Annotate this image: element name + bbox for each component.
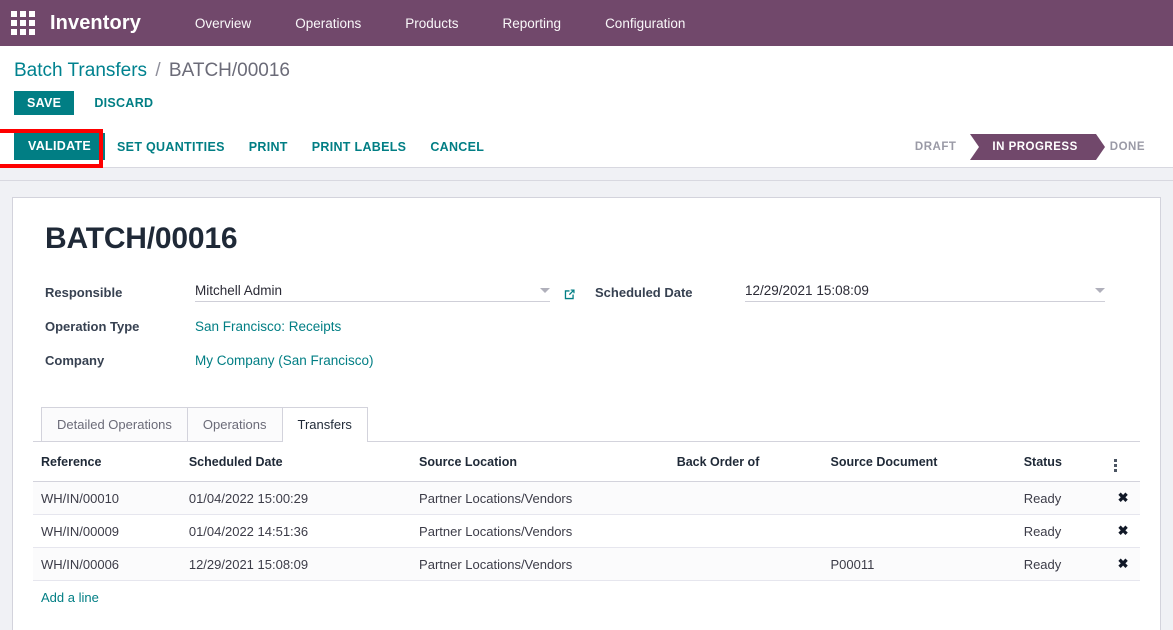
add-a-line-button[interactable]: Add a line — [33, 581, 107, 614]
odoo-inventory-app: Inventory Overview Operations Products R… — [0, 0, 1173, 630]
discard-button[interactable]: DISCARD — [84, 90, 163, 116]
company-label: Company — [45, 353, 105, 368]
cell-delete[interactable]: ✖ — [1106, 514, 1140, 548]
print-labels-button[interactable]: PRINT LABELS — [300, 133, 419, 161]
table-header-row: Reference Scheduled Date Source Location… — [33, 442, 1140, 482]
cell-source-document — [822, 481, 1016, 515]
save-button[interactable]: SAVE — [14, 90, 75, 116]
cancel-button[interactable]: CANCEL — [418, 133, 496, 161]
nav-item-products[interactable]: Products — [383, 16, 480, 31]
form-fields: Responsible Mitchell Admin Operation Typ… — [45, 278, 1140, 380]
field-row-responsible: Responsible Mitchell Admin — [45, 278, 595, 302]
status-stage-in-progress[interactable]: IN PROGRESS — [970, 133, 1106, 160]
form-column-right: Scheduled Date 12/29/2021 15:08:09 — [595, 278, 1135, 380]
apps-grid-icon[interactable] — [10, 10, 36, 36]
table-row[interactable]: WH/IN/00006 12/29/2021 15:08:09 Partner … — [33, 547, 1140, 581]
cell-source-location: Partner Locations/Vendors — [411, 481, 669, 515]
delete-row-icon[interactable]: ✖ — [1118, 523, 1129, 538]
delete-row-icon[interactable]: ✖ — [1118, 556, 1129, 571]
breadcrumb-current: BATCH/00016 — [168, 60, 291, 81]
status-stage-done[interactable]: DONE — [1096, 134, 1159, 160]
form-column-left: Responsible Mitchell Admin Operation Typ… — [45, 278, 595, 380]
column-header-source-location[interactable]: Source Location — [411, 442, 669, 482]
transfers-table: Reference Scheduled Date Source Location… — [33, 442, 1140, 581]
validate-button[interactable]: VALIDATE — [14, 133, 106, 160]
scheduled-date-value: 12/29/2021 15:08:09 — [745, 283, 869, 298]
responsible-input[interactable]: Mitchell Admin — [195, 283, 550, 302]
cell-status: Ready — [1015, 481, 1107, 515]
cell-back-order-of — [668, 481, 823, 515]
cell-back-order-of — [668, 547, 823, 581]
external-link-icon[interactable] — [562, 287, 577, 302]
column-options-toggle[interactable] — [1106, 442, 1140, 482]
cell-reference: WH/IN/00010 — [33, 481, 181, 515]
field-row-company: Company My Company (San Francisco) — [45, 346, 595, 370]
breadcrumb: Batch Transfers / BATCH/00016 — [0, 46, 1173, 88]
field-row-operation-type: Operation Type San Francisco: Receipts — [45, 312, 595, 336]
table-row[interactable]: WH/IN/00009 01/04/2022 14:51:36 Partner … — [33, 514, 1140, 548]
kebab-menu-icon[interactable] — [1114, 459, 1118, 472]
operation-type-value[interactable]: San Francisco: Receipts — [195, 318, 341, 336]
cell-scheduled-date: 01/04/2022 15:00:29 — [180, 481, 412, 515]
notebook: Detailed Operations Operations Transfers… — [33, 406, 1140, 614]
app-brand-inventory[interactable]: Inventory — [44, 12, 151, 35]
column-header-source-document[interactable]: Source Document — [822, 442, 1016, 482]
cell-scheduled-date: 12/29/2021 15:08:09 — [180, 547, 412, 581]
company-value[interactable]: My Company (San Francisco) — [195, 352, 374, 370]
cell-source-location: Partner Locations/Vendors — [411, 547, 669, 581]
set-quantities-button[interactable]: SET QUANTITIES — [105, 133, 237, 161]
control-panel: Batch Transfers / BATCH/00016 SAVE DISCA… — [0, 46, 1173, 181]
cell-source-document — [822, 514, 1016, 548]
breadcrumb-separator: / — [155, 60, 161, 81]
action-button-bar: VALIDATE SET QUANTITIES PRINT PRINT LABE… — [0, 126, 1173, 167]
nav-item-reporting[interactable]: Reporting — [481, 16, 584, 31]
table-row[interactable]: WH/IN/00010 01/04/2022 15:00:29 Partner … — [33, 481, 1140, 515]
cell-scheduled-date: 01/04/2022 14:51:36 — [180, 514, 412, 548]
form-sheet-wrapper: BATCH/00016 Responsible Mitchell Admin O… — [0, 181, 1173, 630]
cell-reference: WH/IN/00006 — [33, 547, 181, 581]
print-button[interactable]: PRINT — [237, 133, 300, 161]
cell-back-order-of — [668, 514, 823, 548]
status-pipeline: DRAFT IN PROGRESS DONE — [901, 126, 1173, 167]
status-stage-draft[interactable]: DRAFT — [901, 134, 970, 160]
cell-delete[interactable]: ✖ — [1106, 547, 1140, 581]
tab-transfers[interactable]: Transfers — [281, 407, 368, 442]
scheduled-date-input[interactable]: 12/29/2021 15:08:09 — [745, 283, 1105, 302]
tab-detailed-operations[interactable]: Detailed Operations — [41, 407, 188, 441]
tab-operations[interactable]: Operations — [186, 407, 283, 441]
cell-source-location: Partner Locations/Vendors — [411, 514, 669, 548]
cell-status: Ready — [1015, 514, 1107, 548]
column-header-reference[interactable]: Reference — [33, 442, 181, 482]
chevron-down-icon-date[interactable] — [1095, 288, 1105, 293]
responsible-label: Responsible — [45, 285, 123, 300]
column-header-status[interactable]: Status — [1015, 442, 1107, 482]
column-header-back-order-of[interactable]: Back Order of — [668, 442, 823, 482]
top-navbar: Inventory Overview Operations Products R… — [0, 0, 1173, 46]
responsible-value: Mitchell Admin — [195, 283, 283, 298]
breadcrumb-root-link[interactable]: Batch Transfers — [14, 60, 147, 81]
control-panel-divider — [0, 167, 1173, 181]
delete-row-icon[interactable]: ✖ — [1118, 490, 1129, 505]
cell-source-document: P00011 — [822, 547, 1016, 581]
form-sheet: BATCH/00016 Responsible Mitchell Admin O… — [12, 197, 1161, 630]
notebook-tabs: Detailed Operations Operations Transfers — [33, 406, 1140, 442]
cell-reference: WH/IN/00009 — [33, 514, 181, 548]
chevron-down-icon[interactable] — [540, 288, 550, 293]
page-title: BATCH/00016 — [45, 222, 238, 255]
cell-delete[interactable]: ✖ — [1106, 481, 1140, 515]
field-row-scheduled-date: Scheduled Date 12/29/2021 15:08:09 — [595, 278, 1135, 302]
cell-status: Ready — [1015, 547, 1107, 581]
nav-item-operations[interactable]: Operations — [273, 16, 383, 31]
nav-item-configuration[interactable]: Configuration — [583, 16, 707, 31]
save-discard-bar: SAVE DISCARD — [0, 88, 1173, 126]
column-header-scheduled-date[interactable]: Scheduled Date — [180, 442, 412, 482]
nav-item-overview[interactable]: Overview — [173, 16, 273, 31]
navbar-menu: Overview Operations Products Reporting C… — [173, 16, 707, 31]
scheduled-date-label: Scheduled Date — [595, 285, 693, 300]
operation-type-label: Operation Type — [45, 319, 140, 334]
